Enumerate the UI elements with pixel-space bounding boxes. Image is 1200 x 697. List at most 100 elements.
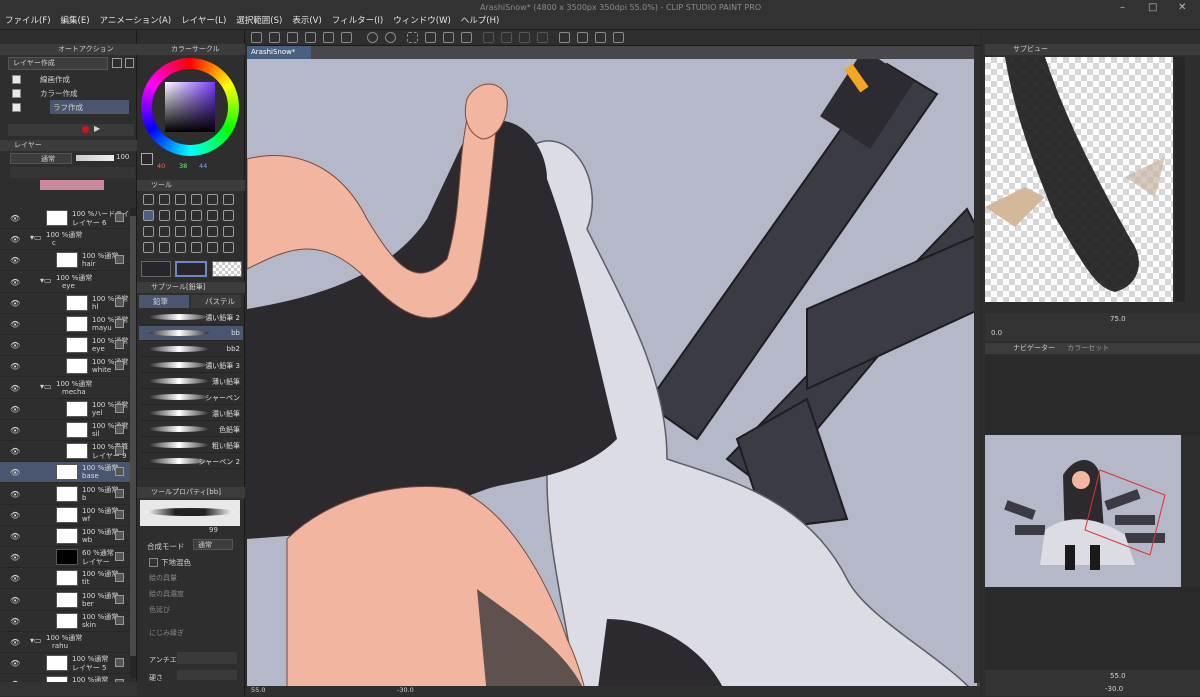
opacity-slider[interactable] [76, 155, 114, 161]
layer-lock-icon[interactable] [115, 573, 124, 583]
visibility-eye-icon[interactable]: 👁 [10, 659, 20, 668]
navigator-preview[interactable] [985, 435, 1181, 587]
special-ruler-icon[interactable] [613, 32, 624, 43]
layer-row[interactable]: 👁 100 %通常 hl [0, 293, 130, 314]
menu-animation[interactable]: アニメーション(A) [95, 15, 177, 27]
gradient-tool-icon[interactable] [143, 226, 154, 237]
brush-tool-icon[interactable] [223, 194, 234, 205]
visibility-eye-icon[interactable]: 👁 [10, 214, 20, 223]
layer-row[interactable]: 👁 100 %通常 mayu [0, 314, 130, 335]
canvas-area[interactable]: ArashiSnow* 55.0 -30.0 [247, 46, 980, 696]
subtool-tab[interactable]: サブツール[鉛筆] [151, 283, 205, 291]
auto-action-tab[interactable]: オートアクション [58, 45, 114, 53]
layer-lock-icon[interactable] [115, 594, 124, 604]
deselect-icon[interactable] [483, 32, 494, 43]
layer-row[interactable]: 👁 100 %通常 hair [0, 250, 130, 272]
subtool-group-pencil[interactable]: 鉛筆 [139, 295, 189, 308]
visibility-eye-icon[interactable]: 👁 [10, 341, 20, 350]
hardness-slider[interactable] [177, 670, 237, 680]
canvas-vscrollbar[interactable] [974, 46, 980, 683]
layer-scrollbar[interactable] [130, 208, 136, 678]
hand-tool-icon[interactable] [207, 242, 218, 253]
visibility-eye-icon[interactable]: 👁 [10, 511, 20, 520]
correct-tool-icon[interactable] [143, 242, 154, 253]
subtool-group-pastel[interactable]: パステル [191, 295, 241, 308]
save-icon[interactable] [287, 32, 298, 43]
menu-filter[interactable]: フィルター(I) [327, 15, 388, 27]
loading-icon[interactable] [407, 32, 418, 43]
marker-tool-icon[interactable] [191, 242, 202, 253]
layer-lock-icon[interactable] [115, 552, 124, 562]
layer-row[interactable]: 👁 100 %乗算 レイヤー 9 [0, 441, 130, 463]
brush-item[interactable]: 濃い鉛筆 3 [139, 358, 243, 373]
layer-lock-icon[interactable] [115, 531, 124, 540]
layer-row[interactable]: 👁 ▾▭ 100 %通常 rahu [0, 632, 130, 653]
layer-lock-icon[interactable] [115, 658, 124, 668]
transform-icon[interactable] [461, 32, 472, 43]
brush-item[interactable]: bb2 [139, 342, 243, 357]
layer-lock-icon[interactable] [115, 509, 124, 519]
visibility-eye-icon[interactable]: 👁 [10, 320, 20, 329]
menu-edit[interactable]: 編集(E) [56, 15, 95, 27]
undo-icon[interactable] [367, 32, 378, 43]
visibility-eye-icon[interactable]: 👁 [10, 384, 20, 393]
action-item-selected[interactable]: ラフ作成 [50, 100, 129, 114]
layer-lock-icon[interactable] [115, 213, 124, 222]
layer-row[interactable]: 👁 100 %通常 ber [0, 590, 130, 611]
menu-selection[interactable]: 選択範囲(S) [231, 15, 287, 27]
layer-row[interactable]: 👁 100 %通常 skin [0, 611, 130, 632]
layer-row[interactable]: 👁 100 %通常 wf [0, 505, 130, 526]
subview-image[interactable] [985, 57, 1173, 302]
layer-lock-icon[interactable] [115, 403, 124, 413]
action-item[interactable]: カラー作成 [0, 86, 130, 100]
visibility-eye-icon[interactable]: 👁 [10, 426, 20, 435]
decoration-tool-icon[interactable] [223, 210, 234, 221]
layer-row[interactable]: 👁 100 %通常 wb [0, 526, 130, 547]
layer-row[interactable]: 👁 100 %通常 tit [0, 568, 130, 590]
visibility-eye-icon[interactable]: 👁 [10, 405, 20, 414]
dropper-tool-icon[interactable] [191, 194, 202, 205]
menu-window[interactable]: ウィンドウ(W) [388, 15, 456, 27]
colorset-tab[interactable]: カラーセット [1067, 344, 1109, 352]
close-button[interactable]: ✕ [1178, 2, 1186, 13]
lasso-tool-icon[interactable] [207, 194, 218, 205]
brush-item[interactable]: 薄い鉛筆 [139, 374, 243, 389]
subview-tab[interactable]: サブビュー [1013, 45, 1048, 53]
invert-selection-icon[interactable] [501, 32, 512, 43]
layer-lock-icon[interactable] [115, 361, 124, 371]
color-wheel[interactable] [141, 58, 239, 156]
folder-icon[interactable]: ▾▭ [40, 276, 52, 285]
ruler-tool-icon[interactable] [223, 226, 234, 237]
visibility-eye-icon[interactable]: 👁 [10, 638, 20, 647]
clip-icon[interactable] [341, 32, 352, 43]
airbrush-tool-icon[interactable] [207, 210, 218, 221]
visibility-eye-icon[interactable]: 👁 [10, 532, 20, 541]
tool-tab[interactable]: ツール [151, 181, 172, 189]
rotate-tool-icon[interactable] [223, 242, 234, 253]
sub-color-box[interactable] [175, 261, 207, 277]
folder-icon[interactable]: ▾▭ [30, 636, 42, 645]
artwork[interactable] [247, 59, 980, 696]
menu-view[interactable]: 表示(V) [287, 15, 326, 27]
action-item[interactable]: 線画作成 [0, 72, 130, 86]
layer-row[interactable]: 👁 100 %通常 yel [0, 399, 130, 420]
visibility-eye-icon[interactable]: 👁 [10, 447, 20, 456]
object-tool-icon[interactable] [159, 242, 170, 253]
print-icon[interactable] [323, 32, 334, 43]
ruler-icon[interactable] [559, 32, 570, 43]
main-color-box[interactable] [141, 261, 171, 277]
zoom-tool-icon[interactable] [159, 194, 170, 205]
text-tool-icon[interactable] [175, 226, 186, 237]
mix-checkbox[interactable] [149, 558, 158, 567]
layer-lock-icon[interactable] [115, 425, 124, 434]
layer-row[interactable]: 👁 100 %通常 base [0, 462, 130, 484]
menu-file[interactable]: ファイル(F) [0, 15, 56, 27]
antialias-options[interactable] [177, 652, 237, 664]
layer-row[interactable]: 👁 100 %通常 b [0, 484, 130, 505]
folder-icon[interactable]: ▾▭ [40, 382, 52, 391]
navigator-tab[interactable]: ナビゲーター [1013, 344, 1055, 352]
record-icon[interactable] [82, 126, 89, 133]
brush-item[interactable]: シャーペン [139, 390, 243, 405]
frame-tool-icon[interactable] [191, 226, 202, 237]
redo-icon[interactable] [385, 32, 396, 43]
